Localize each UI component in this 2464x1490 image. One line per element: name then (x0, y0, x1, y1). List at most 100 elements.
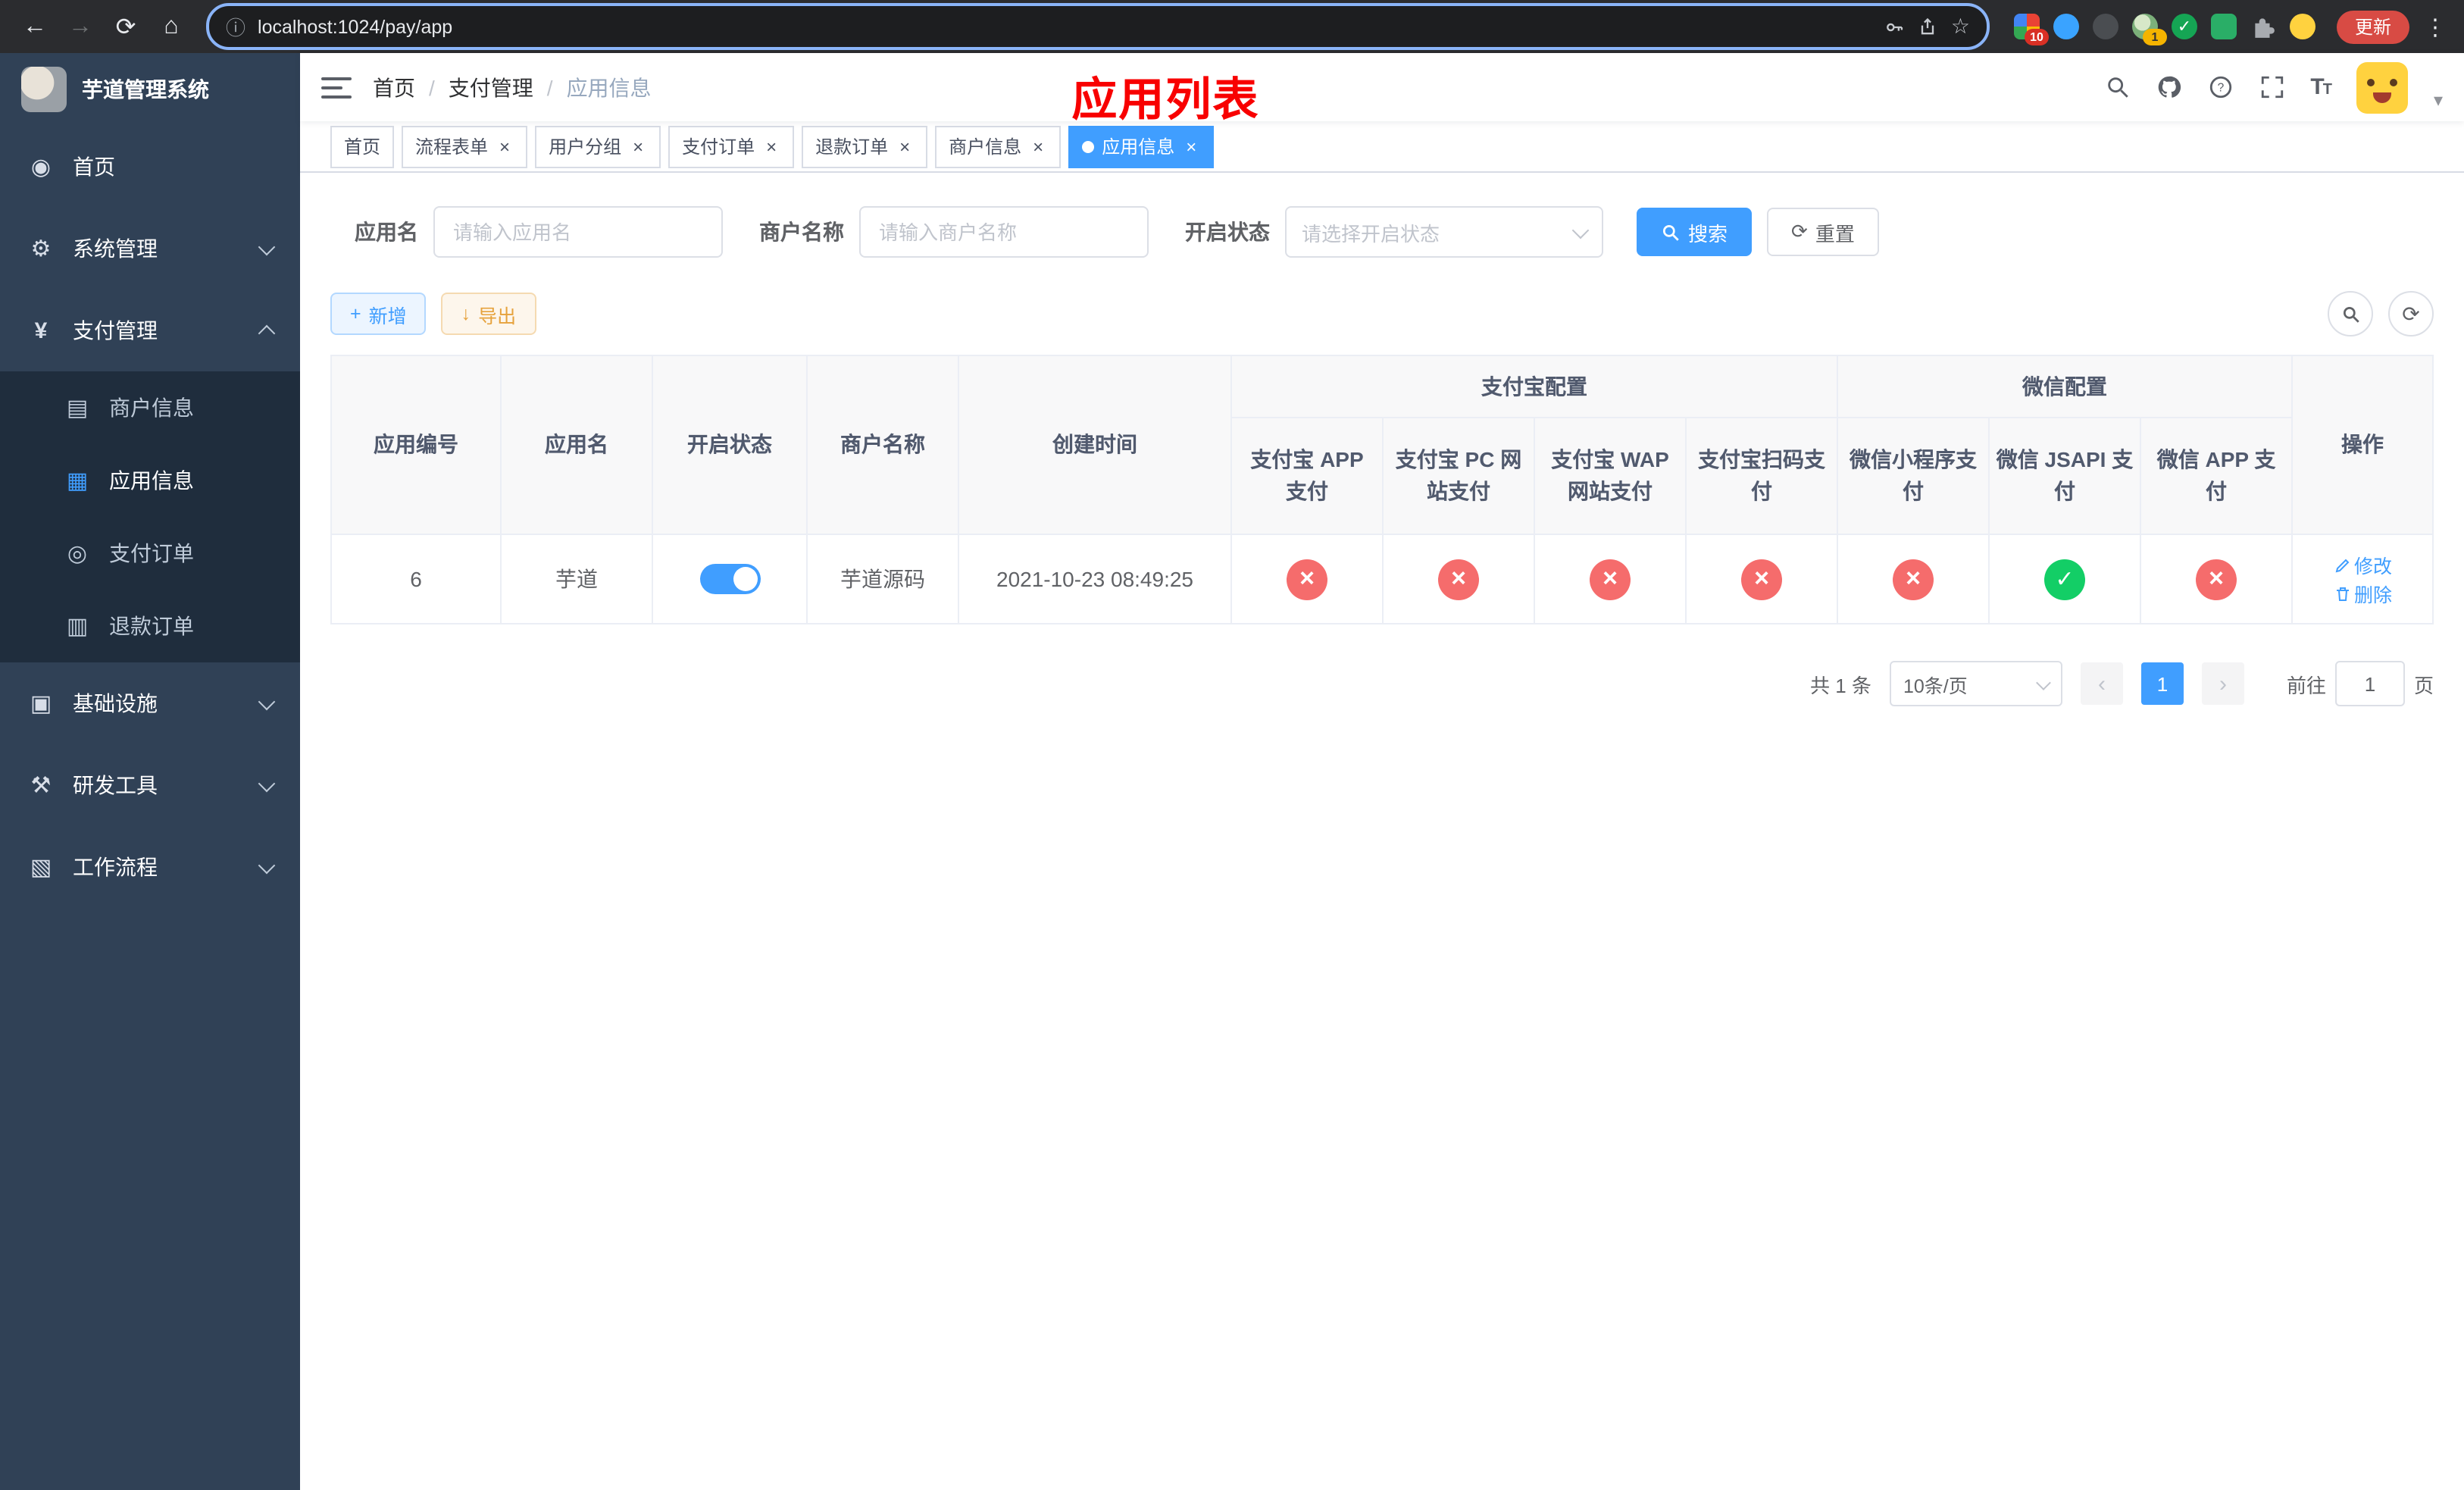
password-key-icon[interactable] (1884, 16, 1906, 37)
col-alipay-qr: 支付宝扫码支付 (1685, 417, 1838, 535)
goto-page-input[interactable] (2334, 661, 2405, 706)
avatar-badge: 1 (2142, 29, 2167, 45)
sidebar-item-payment[interactable]: ¥ 支付管理 (0, 290, 300, 371)
tab-home[interactable]: 首页 (330, 125, 395, 167)
app-name-input[interactable] (433, 206, 723, 258)
browser-menu-icon[interactable]: ⋮ (2422, 13, 2449, 40)
status-toggle[interactable] (699, 564, 760, 594)
status-select[interactable]: 请选择开启状态 (1285, 206, 1603, 258)
tab-process-form[interactable]: 流程表单 × (402, 125, 528, 167)
search-icon[interactable] (2104, 74, 2130, 100)
browser-toolbar: ← → ⟳ ⌂ ⓘ localhost:1024/pay/app ☆ 10 1 … (0, 0, 2464, 53)
tab-app-info[interactable]: 应用信息 × (1068, 125, 1215, 167)
extensions-puzzle-icon[interactable] (2250, 14, 2276, 39)
next-page-button[interactable]: › (2201, 662, 2244, 705)
sidebar-item-label: 应用信息 (109, 468, 194, 493)
add-button[interactable]: + 新增 (330, 293, 427, 335)
edit-link[interactable]: 修改 (2333, 550, 2392, 579)
sidebar-item-app-info[interactable]: ▦ 应用信息 (0, 444, 300, 517)
cell-wechat-jsapi (1988, 534, 2141, 624)
top-navbar: 首页 / 支付管理 / 应用信息 应用列表 ? TT ▾ (300, 53, 2464, 126)
breadcrumb-payment[interactable]: 支付管理 (449, 72, 533, 102)
page-info-icon[interactable]: ⓘ (226, 12, 245, 41)
chrome-update-button[interactable]: 更新 (2336, 10, 2409, 43)
sidebar-logo[interactable]: 芋道管理系统 (0, 53, 300, 126)
sidebar-item-pay-order[interactable]: ◎ 支付订单 (0, 517, 300, 590)
goto-label: 前往 (2286, 674, 2326, 696)
extension-avatar-icon[interactable]: 1 (2131, 14, 2167, 45)
tab-close-icon[interactable]: × (1029, 137, 1047, 155)
delete-link[interactable]: 删除 (2333, 579, 2392, 608)
table-toolbar: + 新增 ↓ 导出 ⟳ (330, 291, 2434, 337)
col-alipay-pc: 支付宝 PC 网站支付 (1382, 417, 1535, 535)
address-bar[interactable]: ⓘ localhost:1024/pay/app ☆ (206, 3, 1990, 50)
help-icon[interactable]: ? (2207, 74, 2233, 100)
tab-label: 流程表单 (415, 136, 489, 158)
share-icon[interactable] (1918, 16, 1939, 37)
col-wechat-jsapi: 微信 JSAPI 支付 (1988, 417, 2141, 535)
chevron-down-icon (1571, 221, 1590, 239)
extension-check-icon[interactable]: ✓ (2171, 14, 2197, 39)
browser-forward-icon[interactable]: → (61, 7, 100, 46)
search-button-label: 搜索 (1688, 222, 1728, 245)
chevron-down-icon (258, 692, 276, 710)
refresh-icon: ⟳ (2402, 301, 2420, 325)
wechat-jsapi-status-icon (2044, 559, 2085, 599)
reset-button[interactable]: ⟳ 重置 (1767, 208, 1879, 256)
chevron-down-icon (2036, 675, 2051, 690)
sidebar-item-workflow[interactable]: ▧ 工作流程 (0, 826, 300, 908)
toggle-search-button[interactable] (2328, 291, 2373, 337)
tab-label: 支付订单 (682, 136, 755, 158)
url-text[interactable]: localhost:1024/pay/app (258, 16, 1872, 37)
tab-close-icon[interactable]: × (762, 137, 780, 155)
extension-dark-icon[interactable] (2092, 14, 2118, 39)
tab-user-group[interactable]: 用户分组 × (535, 125, 661, 167)
breadcrumb-home[interactable]: 首页 (373, 72, 415, 102)
search-button[interactable]: 搜索 (1637, 208, 1753, 256)
merchant-name-input[interactable] (859, 206, 1149, 258)
github-icon[interactable] (2156, 74, 2181, 100)
extension-grid-icon[interactable]: 10 (2013, 14, 2049, 45)
sidebar-toggle-icon[interactable] (321, 77, 352, 98)
tab-merchant-info[interactable]: 商户信息 × (935, 125, 1062, 167)
user-dropdown-caret-icon[interactable]: ▾ (2434, 89, 2443, 110)
sidebar-item-merchant-info[interactable]: ▤ 商户信息 (0, 371, 300, 444)
page-size-select[interactable]: 10条/页 (1889, 661, 2062, 706)
user-avatar[interactable] (2356, 61, 2408, 113)
sidebar-item-home[interactable]: ◉ 首页 (0, 126, 300, 208)
tab-label: 商户信息 (949, 136, 1022, 158)
tab-refund-order[interactable]: 退款订单 × (802, 125, 928, 167)
sidebar-item-devtools[interactable]: ⚒ 研发工具 (0, 744, 300, 826)
breadcrumb-separator: / (429, 75, 435, 99)
page-number-1[interactable]: 1 (2140, 662, 2184, 705)
extension-emoji-icon[interactable] (2289, 14, 2315, 39)
breadcrumb-current: 应用信息 (566, 75, 652, 99)
tab-close-icon[interactable]: × (496, 137, 514, 155)
font-size-icon[interactable]: TT (2310, 74, 2332, 100)
cell-app-name: 芋道 (500, 534, 653, 624)
col-app-name: 应用名 (500, 355, 653, 535)
sidebar-item-refund-order[interactable]: ▥ 退款订单 (0, 590, 300, 662)
browser-back-icon[interactable]: ← (15, 7, 55, 46)
extension-chat-icon[interactable] (2210, 14, 2237, 39)
sidebar-item-system[interactable]: ⚙ 系统管理 (0, 208, 300, 290)
chevron-down-icon (258, 856, 276, 874)
extension-drop-icon[interactable] (2053, 14, 2079, 39)
search-icon (2342, 305, 2359, 322)
browser-reload-icon[interactable]: ⟳ (106, 7, 145, 46)
tab-close-icon[interactable]: × (1182, 137, 1200, 155)
bookmark-star-icon[interactable]: ☆ (1951, 14, 1970, 39)
col-merchant: 商户名称 (806, 355, 959, 535)
refresh-table-button[interactable]: ⟳ (2388, 291, 2434, 337)
tab-label: 应用信息 (1102, 136, 1175, 158)
fullscreen-icon[interactable] (2259, 74, 2284, 100)
prev-page-button[interactable]: ‹ (2080, 662, 2123, 705)
sidebar-item-infrastructure[interactable]: ▣ 基础设施 (0, 662, 300, 744)
export-button[interactable]: ↓ 导出 (441, 293, 536, 335)
tab-close-icon[interactable]: × (896, 137, 914, 155)
tab-pay-order[interactable]: 支付订单 × (668, 125, 795, 167)
col-alipay-wap: 支付宝 WAP 网站支付 (1534, 417, 1687, 535)
page-size-value: 10条/页 (1903, 675, 1968, 696)
tab-close-icon[interactable]: × (629, 137, 647, 155)
browser-home-icon[interactable]: ⌂ (152, 7, 191, 46)
